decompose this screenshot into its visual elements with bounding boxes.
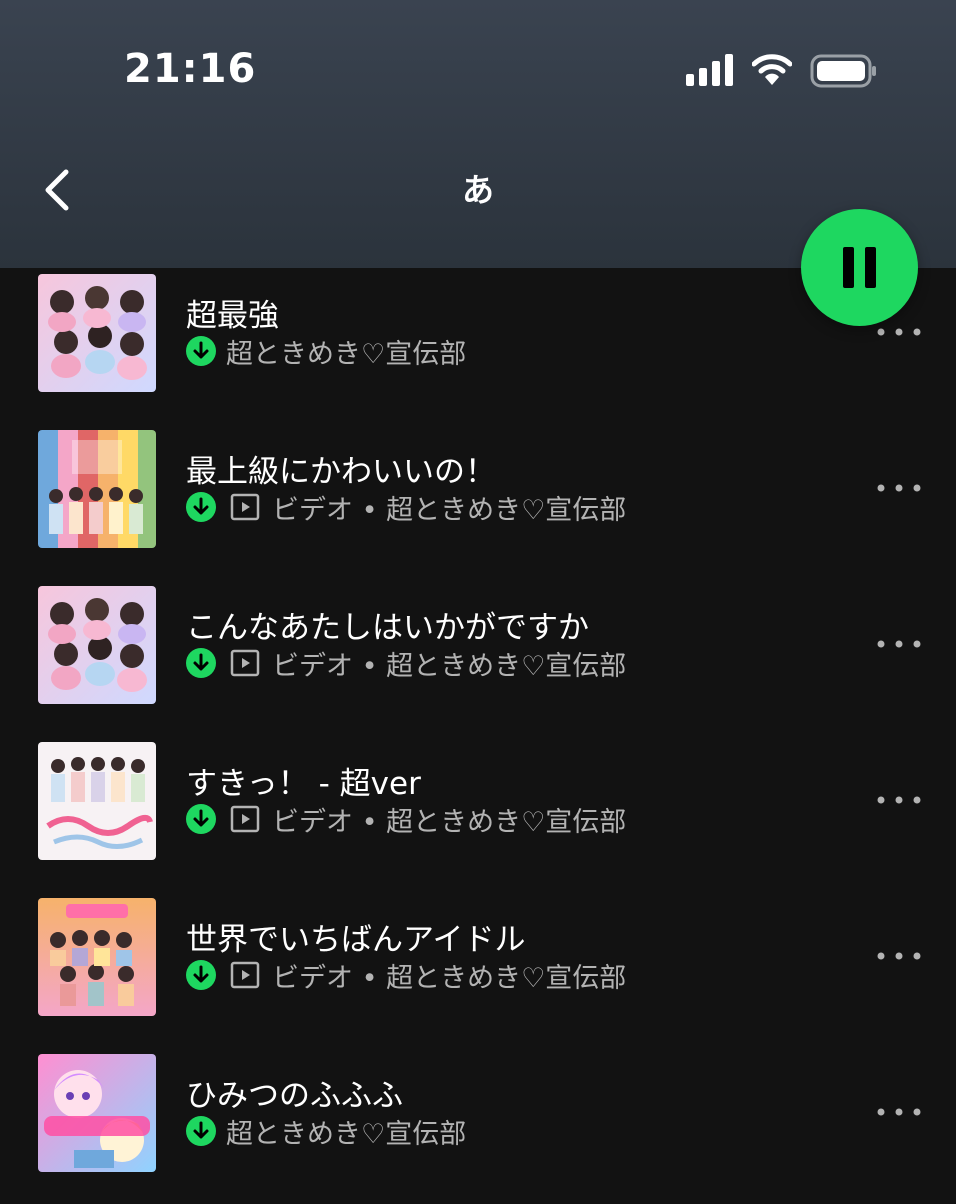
track-title: 超最強 (186, 298, 279, 334)
status-time: 21:16 (124, 46, 257, 92)
downloaded-icon (186, 336, 216, 366)
header: 21:16 あ (0, 0, 956, 268)
track-title: 世界でいちばんアイドル (186, 922, 526, 958)
more-options-button[interactable] (872, 942, 926, 970)
track-list: 超最強 超ときめき♡宣伝部 最上級にかわいいの！ ビデオ • 超ときめき♡宣伝部 (0, 268, 956, 1200)
cellular-signal-icon (686, 54, 733, 86)
status-icons (686, 52, 886, 92)
album-art (38, 742, 156, 860)
video-icon (230, 493, 260, 521)
track-artist: 超ときめき♡宣伝部 (226, 338, 467, 370)
album-art (38, 274, 156, 392)
track-artist: ビデオ • 超ときめき♡宣伝部 (272, 494, 627, 526)
track-artist: ビデオ • 超ときめき♡宣伝部 (272, 650, 627, 682)
downloaded-icon (186, 804, 216, 834)
track-meta: ビデオ • 超ときめき♡宣伝部 (186, 958, 627, 994)
track-meta: ビデオ • 超ときめき♡宣伝部 (186, 646, 627, 682)
track-row[interactable]: ひみつのふふふ 超ときめき♡宣伝部 (0, 1048, 956, 1204)
track-meta: ビデオ • 超ときめき♡宣伝部 (186, 490, 627, 526)
track-artist: 超ときめき♡宣伝部 (226, 1118, 467, 1150)
track-artist: ビデオ • 超ときめき♡宣伝部 (272, 806, 627, 838)
album-art (38, 586, 156, 704)
more-options-button[interactable] (872, 786, 926, 814)
track-row[interactable]: すきっ！ - 超ver ビデオ • 超ときめき♡宣伝部 (0, 736, 956, 892)
album-art (38, 1054, 156, 1172)
track-title: ひみつのふふふ (186, 1078, 403, 1114)
video-icon (230, 961, 260, 989)
battery-icon (810, 54, 876, 88)
downloaded-icon (186, 1116, 216, 1146)
track-artist: ビデオ • 超ときめき♡宣伝部 (272, 962, 627, 994)
album-art (38, 430, 156, 548)
track-row[interactable]: 世界でいちばんアイドル ビデオ • 超ときめき♡宣伝部 (0, 892, 956, 1048)
more-icon (877, 1108, 921, 1116)
more-options-button[interactable] (872, 474, 926, 502)
downloaded-icon (186, 492, 216, 522)
track-title: 最上級にかわいいの！ (186, 454, 496, 490)
track-meta: 超ときめき♡宣伝部 (186, 334, 467, 370)
page-title: あ (461, 171, 494, 209)
more-options-button[interactable] (872, 1098, 926, 1126)
track-row[interactable]: こんなあたしはいかがですか ビデオ • 超ときめき♡宣伝部 (0, 580, 956, 736)
downloaded-icon (186, 960, 216, 990)
track-title: こんなあたしはいかがですか (186, 610, 589, 646)
more-icon (877, 952, 921, 960)
pause-icon (843, 247, 854, 288)
downloaded-icon (186, 648, 216, 678)
album-art (38, 898, 156, 1016)
wifi-icon (752, 54, 792, 85)
track-row[interactable]: 最上級にかわいいの！ ビデオ • 超ときめき♡宣伝部 (0, 424, 956, 580)
pause-button[interactable] (801, 209, 918, 326)
video-icon (230, 805, 260, 833)
track-meta: 超ときめき♡宣伝部 (186, 1114, 467, 1150)
more-icon (877, 796, 921, 804)
track-meta: ビデオ • 超ときめき♡宣伝部 (186, 802, 627, 838)
pause-icon-bar (865, 247, 876, 288)
more-options-button[interactable] (872, 630, 926, 658)
more-icon (877, 484, 921, 492)
video-icon (230, 649, 260, 677)
more-icon (877, 640, 921, 648)
track-title: すきっ！ - 超ver (186, 766, 421, 802)
